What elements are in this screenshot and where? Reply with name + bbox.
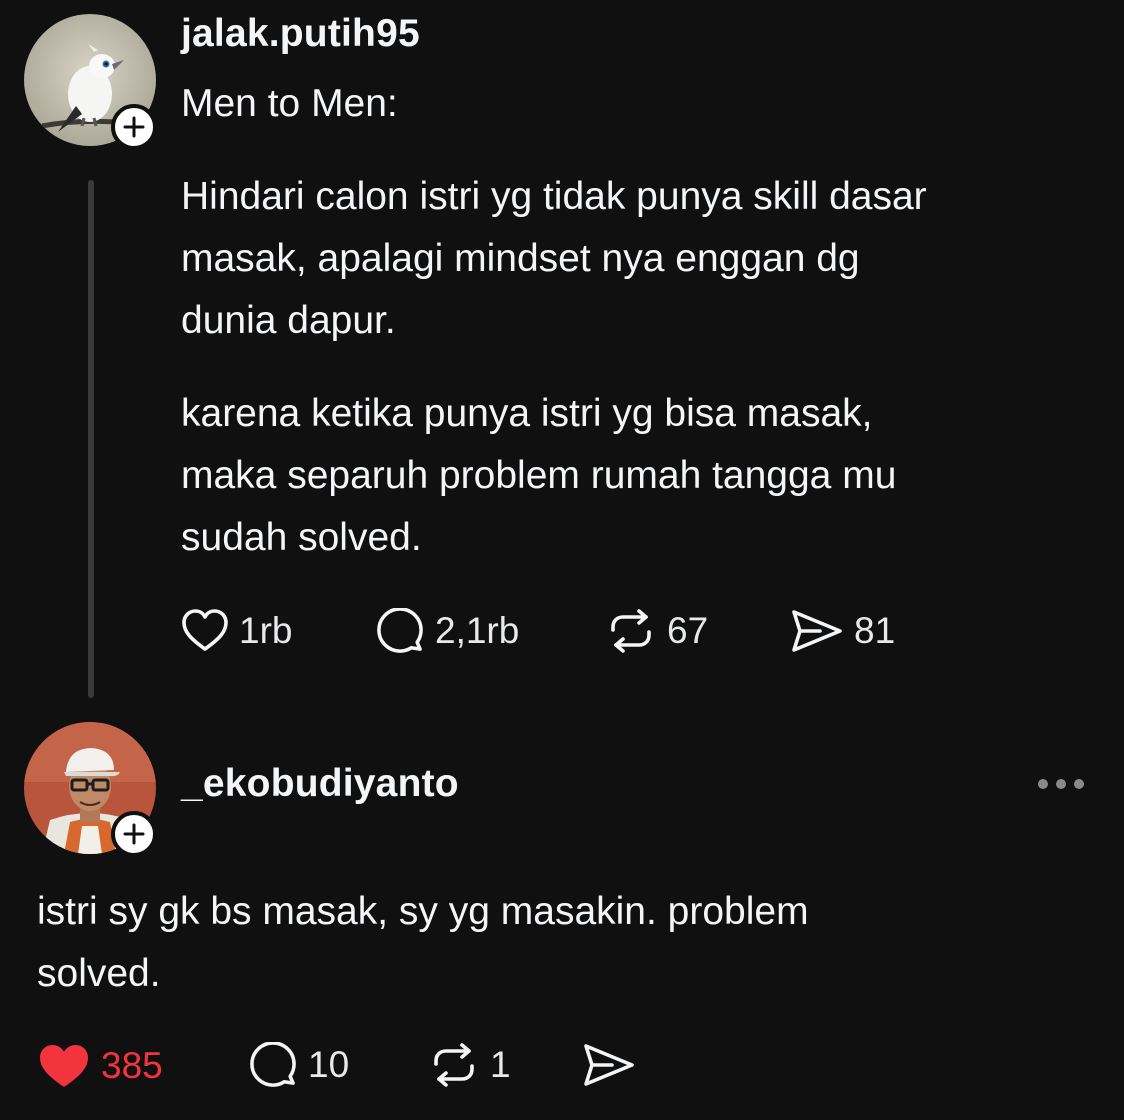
reply-like-count: 385	[101, 1045, 163, 1086]
repost-icon	[611, 609, 651, 653]
like-button[interactable]: 1rb	[181, 608, 292, 654]
repost-count: 67	[667, 610, 709, 651]
reply-repost-count: 1	[490, 1044, 511, 1085]
reply-username[interactable]: _ekobudiyanto	[181, 762, 459, 806]
more-options-icon	[1038, 779, 1048, 789]
plus-icon	[123, 823, 145, 845]
post-line: masak, apalagi mindset nya enggan dg	[181, 237, 860, 280]
reply-repost-button[interactable]: 1	[428, 1042, 511, 1088]
reply-line: solved.	[37, 952, 161, 995]
heart-icon	[182, 609, 228, 651]
like-count: 1rb	[239, 610, 293, 651]
reply-line: istri sy gk bs masak, sy yg masakin. pro…	[37, 890, 809, 933]
share-button[interactable]: 81	[790, 608, 895, 654]
share-count: 81	[854, 610, 896, 651]
repost-button[interactable]: 67	[605, 608, 708, 654]
post-paragraph-1: Hindari calon istri yg tidak punya skill…	[181, 166, 927, 352]
post-line: Hindari calon istri yg tidak punya skill…	[181, 175, 927, 218]
reply-follow-button[interactable]	[111, 811, 157, 857]
follow-button[interactable]	[111, 104, 157, 150]
paper-plane-icon	[584, 1044, 634, 1086]
reply-share-button[interactable]	[582, 1042, 636, 1088]
plus-icon	[123, 116, 145, 138]
more-options-icon	[1056, 779, 1066, 789]
paper-plane-icon	[792, 610, 842, 652]
more-options-icon	[1074, 779, 1084, 789]
post-title: Men to Men:	[181, 82, 398, 125]
post-line: karena ketika punya istri yg bisa masak,	[181, 392, 873, 435]
post-line: sudah solved.	[181, 516, 422, 559]
thread-line	[88, 180, 94, 698]
repost-icon	[434, 1043, 474, 1087]
post-line: dunia dapur.	[181, 299, 396, 342]
reply-reply-button[interactable]: 10	[248, 1042, 349, 1088]
reply-like-button[interactable]: 385	[37, 1042, 163, 1090]
more-options-button[interactable]	[1038, 779, 1084, 789]
reply-text: istri sy gk bs masak, sy yg masakin. pro…	[37, 881, 809, 1005]
post-line: maka separuh problem rumah tangga mu	[181, 454, 897, 497]
reply-count: 2,1rb	[435, 610, 520, 651]
post-username[interactable]: jalak.putih95	[181, 12, 420, 56]
speech-bubble-icon	[377, 608, 423, 653]
post-paragraph-2: karena ketika punya istri yg bisa masak,…	[181, 383, 896, 569]
reply-reply-count: 10	[308, 1044, 350, 1085]
reply-button[interactable]: 2,1rb	[375, 608, 519, 654]
heart-icon	[40, 1045, 88, 1087]
speech-bubble-icon	[250, 1042, 296, 1087]
